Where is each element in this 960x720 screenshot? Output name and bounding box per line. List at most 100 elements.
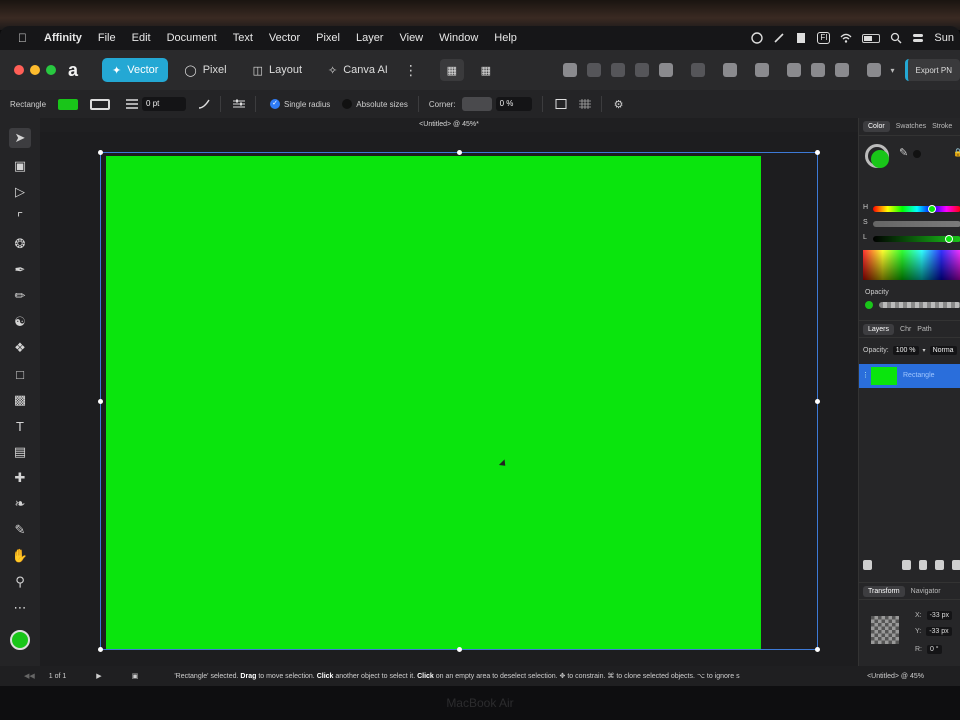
control-center-icon[interactable] [912,32,924,44]
move-tool-icon[interactable]: ➤ [9,128,31,148]
pencil-tool-icon[interactable]: ✏ [12,288,28,304]
tab-layers[interactable]: Layers [863,323,895,335]
hue-slider[interactable] [873,205,960,213]
menu-file[interactable]: File [90,32,124,44]
selection-handle[interactable] [815,150,820,155]
menu-app[interactable]: Affinity [36,32,90,44]
more-tools-icon[interactable]: ⋯ [12,600,28,616]
corner-value-field[interactable]: 0 % [495,97,532,111]
assistant-button[interactable]: ▦ [439,59,464,81]
tab-color[interactable]: Color [863,121,890,132]
transform-y-field[interactable]: -33 px [926,627,952,636]
color-spectrum[interactable] [863,250,960,280]
tab-navigator[interactable]: Navigator [911,588,941,595]
node-tool-icon[interactable]: ▷ [12,184,28,200]
wifi-icon[interactable] [840,32,852,44]
persona-pixel[interactable]: ◯ Pixel [174,58,236,82]
order-icon[interactable] [786,63,801,77]
lightness-slider[interactable] [873,235,960,243]
boolean-xor-icon[interactable] [634,63,649,77]
layer-handle-icon[interactable]: ⋮ [862,371,869,379]
affinity-logo-icon[interactable]: a [68,60,88,80]
layer-opacity-chevron-icon[interactable]: ▾ [923,347,926,354]
spotlight-search-icon[interactable] [890,32,902,44]
eyedropper-icon[interactable]: ✎ [899,146,908,159]
persona-canva-ai[interactable]: ✧ Canva AI [318,58,398,82]
transform-x-field[interactable]: -33 px [926,611,953,620]
adjustment-icon[interactable] [935,560,945,570]
menu-edit[interactable]: Edit [124,32,159,44]
menu-document[interactable]: Document [159,32,225,44]
current-color-swatch[interactable] [10,630,30,650]
fill-swatch[interactable] [58,98,79,110]
pressure-curve-icon[interactable] [198,99,210,109]
corner-type-dropdown[interactable] [461,97,492,111]
fx-icon[interactable] [901,560,911,570]
input-source-badge[interactable]: FI [817,32,831,44]
lightness-slider-knob[interactable] [945,235,954,243]
image-tool-icon[interactable]: ▤ [12,444,28,460]
blend-mode-dropdown[interactable]: Norma [929,346,957,355]
persona-layout[interactable]: ◫ Layout [243,58,312,82]
next-page-icon[interactable]: ▶ [96,672,101,680]
settings-gear-icon[interactable]: ⚙ [614,98,624,111]
text-tool-icon[interactable]: T [12,418,28,434]
transform-r-field[interactable]: 0 ° [926,645,942,654]
snapping-button[interactable]: ▦ [474,59,498,81]
selection-handle[interactable] [815,647,820,652]
menu-view[interactable]: View [391,32,431,44]
fill-color-well[interactable] [871,150,889,168]
shape-tool-icon[interactable]: ▩ [12,392,28,408]
selection-handle[interactable] [815,399,820,404]
menu-help[interactable]: Help [486,32,525,44]
tab-stroke[interactable]: Stroke [932,123,952,130]
creative-cloud-icon[interactable] [751,32,764,44]
tab-swatches[interactable]: Swatches [896,123,926,130]
rectangle-tool-icon[interactable]: □ [12,366,28,382]
transform-origin-icon[interactable] [555,99,567,109]
fill-tool-icon[interactable]: ❖ [12,340,28,356]
saturation-slider[interactable] [873,221,960,227]
notes-icon[interactable] [795,32,807,44]
zoom-tool-icon[interactable]: ⚲ [12,574,28,590]
absolute-sizes-checkbox[interactable] [342,99,353,109]
tab-path[interactable]: Path [917,326,931,333]
menu-layer[interactable]: Layer [348,32,392,44]
zoom-window-button[interactable] [46,65,56,75]
pages-icon[interactable]: ▣ [132,672,139,680]
flip-icon[interactable] [722,63,737,77]
minimize-window-button[interactable] [30,65,40,75]
hand-tool-icon[interactable]: ✋ [12,548,28,564]
vector-brush-tool-icon[interactable]: ☯ [12,314,28,330]
canvas-area[interactable] [40,132,858,666]
selection-handle[interactable] [457,647,462,652]
menu-window[interactable]: Window [431,32,486,44]
hue-slider-knob[interactable] [927,205,936,213]
stroke-swatch[interactable] [90,98,111,110]
layer-row-rectangle[interactable]: ⋮ Rectangle [859,364,960,388]
geometry-icon[interactable] [690,63,705,77]
crop-icon[interactable] [834,63,849,77]
lock-icon[interactable]: 🔒 [953,148,960,157]
undo-icon[interactable] [866,63,881,77]
knife-tool-icon[interactable]: ❧ [12,496,28,512]
crop-tool-icon[interactable]: ✚ [12,470,28,486]
undo-menu-chevron-icon[interactable]: ▾ [891,66,895,75]
close-window-button[interactable] [14,65,24,75]
align-icon[interactable] [754,63,769,77]
boolean-add-icon[interactable] [562,63,577,77]
tab-character[interactable]: Chr [900,326,911,333]
selection-handle[interactable] [98,150,103,155]
apple-icon[interactable]:  [18,31,36,45]
layer-opacity-field[interactable]: 100 % [892,346,919,355]
persona-vector[interactable]: ✦ Vector [102,58,169,82]
artboard-tool-icon[interactable]: ▣ [12,158,28,174]
edit-layer-icon[interactable] [863,560,872,570]
color-picker-tool-icon[interactable]: ✎ [12,522,28,538]
selection-handle[interactable] [98,399,103,404]
boolean-divide-icon[interactable] [658,63,673,77]
more-options-icon[interactable]: ⋮ [404,62,418,79]
menu-text[interactable]: Text [225,32,261,44]
point-transform-tool-icon[interactable]: ❂ [12,236,28,252]
boolean-intersect-icon[interactable] [610,63,625,77]
